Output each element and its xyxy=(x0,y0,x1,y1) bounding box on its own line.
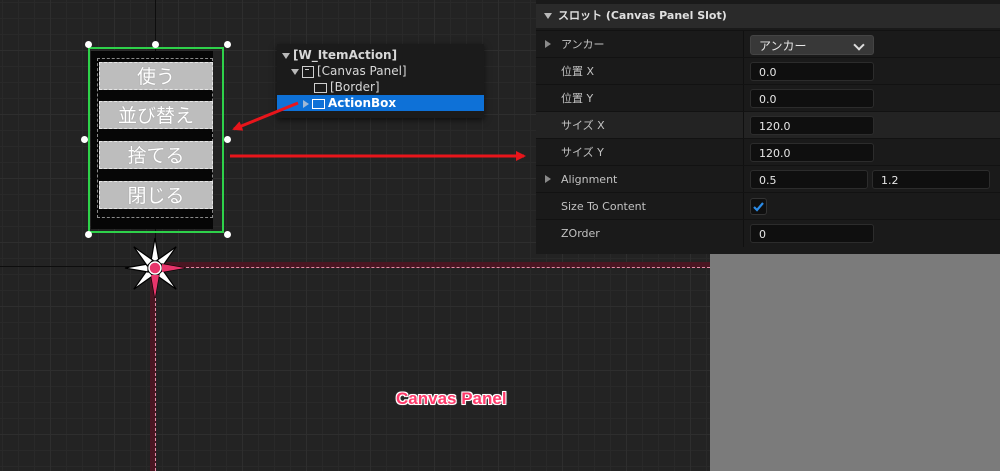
anchors-dropdown[interactable]: アンカー xyxy=(750,35,874,55)
position-x-input[interactable]: 0.0 xyxy=(750,62,874,81)
details-panel: スロット (Canvas Panel Slot) アンカー アンカー 位置 X … xyxy=(536,0,1000,254)
hierarchy-item-label: [W_ItemAction] xyxy=(293,48,398,62)
size-x-label: サイズ X xyxy=(561,119,605,132)
canvas-panel-label: Canvas Panel xyxy=(396,389,507,408)
resize-handle-top-left[interactable] xyxy=(85,41,92,48)
position-y-label: 位置 Y xyxy=(561,92,594,105)
sort-button[interactable]: 並び替え xyxy=(99,101,213,129)
zorder-label: ZOrder xyxy=(561,227,600,240)
use-button[interactable]: 使う xyxy=(99,62,213,90)
size-to-content-label: Size To Content xyxy=(561,200,646,213)
size-y-row: サイズ Y 120.0 xyxy=(536,138,1000,166)
checkmark-icon xyxy=(753,202,764,212)
resize-handle-left[interactable] xyxy=(81,136,88,143)
position-x-row: 位置 X 0.0 xyxy=(536,57,1000,85)
expand-arrow-icon[interactable] xyxy=(545,40,551,48)
size-y-input[interactable]: 120.0 xyxy=(750,143,874,162)
section-title: スロット (Canvas Panel Slot) xyxy=(558,9,727,22)
hierarchy-item-label: ActionBox xyxy=(328,96,397,110)
hierarchy-item-canvas-panel[interactable]: [Canvas Panel] xyxy=(291,63,407,79)
anchors-row: アンカー アンカー xyxy=(536,30,1000,58)
alignment-x-input[interactable]: 0.5 xyxy=(750,170,868,189)
hierarchy-item-label: [Border] xyxy=(330,80,380,94)
alignment-row: Alignment 0.5 1.2 xyxy=(536,165,1000,193)
border-icon xyxy=(314,82,327,93)
position-x-label: 位置 X xyxy=(561,65,595,78)
collapsed-arrow-icon[interactable] xyxy=(303,99,309,108)
resize-handle-bottom-left[interactable] xyxy=(85,231,92,238)
hierarchy-panel[interactable]: [W_ItemAction] [Canvas Panel] [Border] A… xyxy=(277,44,484,118)
anchors-label: アンカー xyxy=(561,38,605,51)
expand-arrow-icon[interactable] xyxy=(545,175,551,183)
hierarchy-item-border[interactable]: [Border] xyxy=(314,79,380,95)
anchor-medallion-icon[interactable] xyxy=(122,235,188,301)
resize-handle-right[interactable] xyxy=(224,136,231,143)
vertical-box-icon xyxy=(312,98,325,109)
slot-section-header[interactable]: スロット (Canvas Panel Slot) xyxy=(536,4,1000,28)
resize-handle-bottom-right[interactable] xyxy=(224,231,231,238)
hierarchy-item-root[interactable]: [W_ItemAction] xyxy=(282,47,397,63)
size-to-content-row: Size To Content xyxy=(536,192,1000,220)
size-x-row: サイズ X 120.0 xyxy=(536,111,1000,139)
anchors-value: アンカー xyxy=(759,39,807,53)
zorder-row: ZOrder 0 xyxy=(536,219,1000,247)
canvas-panel-bounds-top xyxy=(156,267,710,268)
size-to-content-checkbox[interactable] xyxy=(750,198,767,215)
hierarchy-item-label: [Canvas Panel] xyxy=(317,64,407,78)
close-button[interactable]: 閉じる xyxy=(99,181,213,209)
canvas-panel-icon xyxy=(302,65,314,78)
size-y-label: サイズ Y xyxy=(561,146,604,159)
resize-handle-top[interactable] xyxy=(152,41,159,48)
resize-handle-top-right[interactable] xyxy=(224,41,231,48)
discard-button[interactable]: 捨てる xyxy=(99,141,213,169)
alignment-label: Alignment xyxy=(561,173,618,186)
expand-arrow-icon[interactable] xyxy=(291,68,299,75)
chevron-down-icon xyxy=(853,39,865,51)
position-y-row: 位置 Y 0.0 xyxy=(536,84,1000,112)
hierarchy-item-action-box[interactable]: ActionBox xyxy=(277,95,484,111)
alignment-y-input[interactable]: 1.2 xyxy=(872,170,990,189)
expand-arrow-icon[interactable] xyxy=(282,52,290,59)
zorder-input[interactable]: 0 xyxy=(750,224,874,243)
size-x-input[interactable]: 120.0 xyxy=(750,116,874,135)
collapse-arrow-icon[interactable] xyxy=(544,13,552,19)
position-y-input[interactable]: 0.0 xyxy=(750,89,874,108)
